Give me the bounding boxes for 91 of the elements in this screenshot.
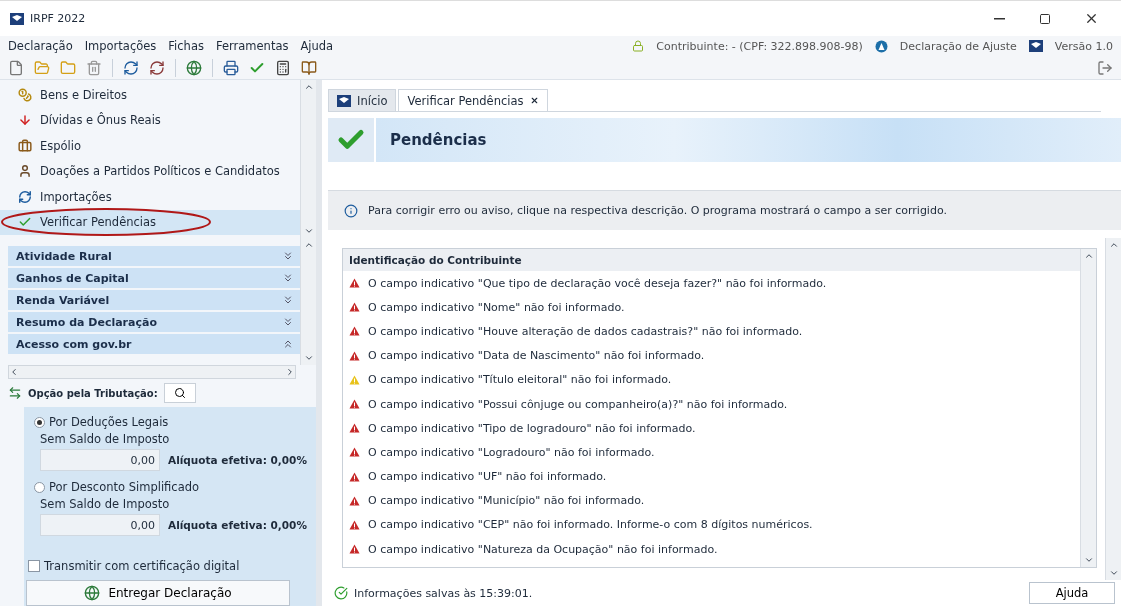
issue-link[interactable]: O campo indicativo "Data de Nascimento" não foi informado.	[368, 349, 705, 363]
value-field: 0,00	[40, 449, 160, 471]
radio-button[interactable]	[34, 416, 45, 428]
calculator-icon[interactable]	[275, 59, 291, 76]
info-icon	[344, 203, 358, 218]
tax-status: Sem Saldo de Imposto	[39, 432, 171, 446]
arrows-icon	[18, 189, 32, 204]
globe-icon	[84, 585, 101, 601]
radio-option[interactable]: Por Deduções Legais	[34, 415, 316, 429]
group-header: Identificação do Contribuinte	[343, 249, 1080, 271]
scroll-down-icon[interactable]	[1083, 555, 1094, 565]
open-folder-icon[interactable]	[34, 59, 50, 76]
scroll-down-icon[interactable]	[1108, 568, 1119, 578]
issue-link[interactable]: O campo indicativo "Possui cônjuge ou companheiro(a)?" não foi informado.	[368, 397, 788, 411]
issue-link[interactable]: O campo indicativo "Tipo de logradouro" não foi informado.	[368, 421, 696, 435]
window-title: IRPF 2022	[30, 12, 87, 25]
new-file-icon[interactable]	[8, 59, 24, 76]
scroll-up-icon[interactable]	[1108, 240, 1119, 250]
version-label: Versão 1.0	[1054, 39, 1113, 53]
menu-item[interactable]: Ferramentas	[215, 39, 289, 53]
import-icon[interactable]	[123, 59, 139, 76]
certificate-option[interactable]: Transmitir com certificação digital	[28, 559, 316, 573]
declaration-icon	[874, 39, 888, 53]
home-logo-icon	[337, 94, 351, 107]
sidebar-item[interactable]: Doações a Partidos Políticos e Candidatos	[0, 158, 300, 184]
section-header[interactable]: Renda Variável	[8, 290, 300, 311]
issue-link[interactable]: O campo indicativo "Nome" não foi informado.	[368, 300, 625, 314]
section-header[interactable]: Acesso com gov.br	[8, 334, 300, 355]
tab[interactable]: Verificar Pendências	[398, 89, 548, 111]
scroll-left-icon[interactable]	[9, 367, 19, 378]
collapse-icon	[282, 338, 294, 351]
sidebar-item[interactable]: Verificar Pendências	[0, 209, 300, 235]
scroll-up-icon[interactable]	[1083, 251, 1094, 261]
export-icon[interactable]	[149, 59, 165, 76]
exit-icon[interactable]	[1097, 59, 1113, 76]
trash-icon[interactable]	[86, 59, 102, 76]
person-icon	[18, 164, 32, 179]
sidebar-item[interactable]: Dívidas e Ônus Reais	[0, 107, 300, 133]
swap-icon	[8, 386, 22, 400]
print-icon[interactable]	[223, 59, 239, 76]
issue-link[interactable]: O campo indicativo "Título eleitoral" não foi informado.	[368, 373, 672, 387]
minimize-icon	[993, 17, 1005, 20]
issue-link[interactable]: O campo indicativo "Natureza da Ocupação" não foi informado.	[368, 542, 718, 556]
issue-link[interactable]: O campo indicativo "CEP" não foi informado. Informe-o com 8 dígitos numéricos.	[368, 518, 813, 532]
menu-item[interactable]: Fichas	[168, 39, 204, 53]
search-button[interactable]	[163, 383, 196, 403]
search-icon	[173, 387, 186, 399]
option-label: Opção pela Tributação:	[28, 387, 158, 399]
value-field: 0,00	[40, 514, 160, 536]
page-title: Pendências	[376, 118, 1121, 162]
coin-icon	[18, 87, 32, 102]
scroll-up-icon[interactable]	[303, 82, 314, 92]
submit-button[interactable]: Entregar Declaração	[26, 580, 290, 606]
taxpayer-info: Contribuinte: - (CPF: 322.898.908-98)	[656, 39, 863, 53]
effective-rate: Alíquota efetiva: 0,00%	[168, 519, 307, 531]
sidebar-item[interactable]: Espólio	[0, 133, 300, 159]
sidebar-item[interactable]: Bens e Direitos	[0, 82, 300, 108]
radio-button[interactable]	[34, 481, 45, 493]
help-button[interactable]: Ajuda	[1029, 582, 1115, 604]
version-icon	[1028, 40, 1043, 52]
lock-icon	[632, 40, 645, 52]
globe-icon[interactable]	[186, 59, 202, 76]
menu-item[interactable]: Declaração	[8, 39, 73, 53]
saved-icon	[334, 586, 348, 600]
issue-link[interactable]: O campo indicativo "Que tipo de declaração você deseja fazer?" não foi informado.	[368, 276, 827, 290]
menu-item[interactable]: Importações	[84, 39, 157, 53]
arrow-down-icon	[18, 113, 32, 128]
checkbox[interactable]	[28, 560, 40, 572]
chest-icon	[18, 138, 32, 153]
help-book-icon[interactable]	[301, 59, 317, 76]
folder-icon[interactable]	[60, 59, 76, 76]
status-text: Informações salvas às 15:39:01.	[354, 586, 533, 600]
close-icon[interactable]	[529, 96, 539, 105]
maximize-icon	[1039, 12, 1051, 25]
section-header[interactable]: Ganhos de Capital	[8, 268, 300, 289]
tab[interactable]: Início	[328, 89, 397, 111]
declaration-type: Declaração de Ajuste	[899, 39, 1017, 53]
radio-option[interactable]: Por Desconto Simplificado	[34, 480, 316, 494]
tax-status: Sem Saldo de Imposto	[39, 497, 171, 511]
issue-link[interactable]: O campo indicativo "UF" não foi informado.	[368, 470, 607, 484]
issue-link[interactable]: O campo indicativo "Logradouro" não foi informado.	[368, 445, 655, 459]
effective-rate: Alíquota efetiva: 0,00%	[168, 454, 307, 466]
issue-link[interactable]: O campo indicativo "Município" não foi informado.	[368, 494, 645, 508]
info-text: Para corrigir erro ou aviso, clique na respectiva descrição. O programa mostrará o campo a ser corrigido.	[368, 204, 947, 217]
sidebar-item[interactable]: Importações	[0, 184, 300, 210]
menu-item[interactable]: Ajuda	[300, 39, 334, 53]
section-header[interactable]: Atividade Rural	[8, 246, 300, 267]
scroll-right-icon[interactable]	[285, 367, 295, 378]
app-logo-icon	[10, 12, 24, 25]
section-header[interactable]: Resumo da Declaração	[8, 312, 300, 333]
issue-link[interactable]: O campo indicativo "Houve alteração de dados cadastrais?" não foi informado.	[368, 324, 803, 338]
